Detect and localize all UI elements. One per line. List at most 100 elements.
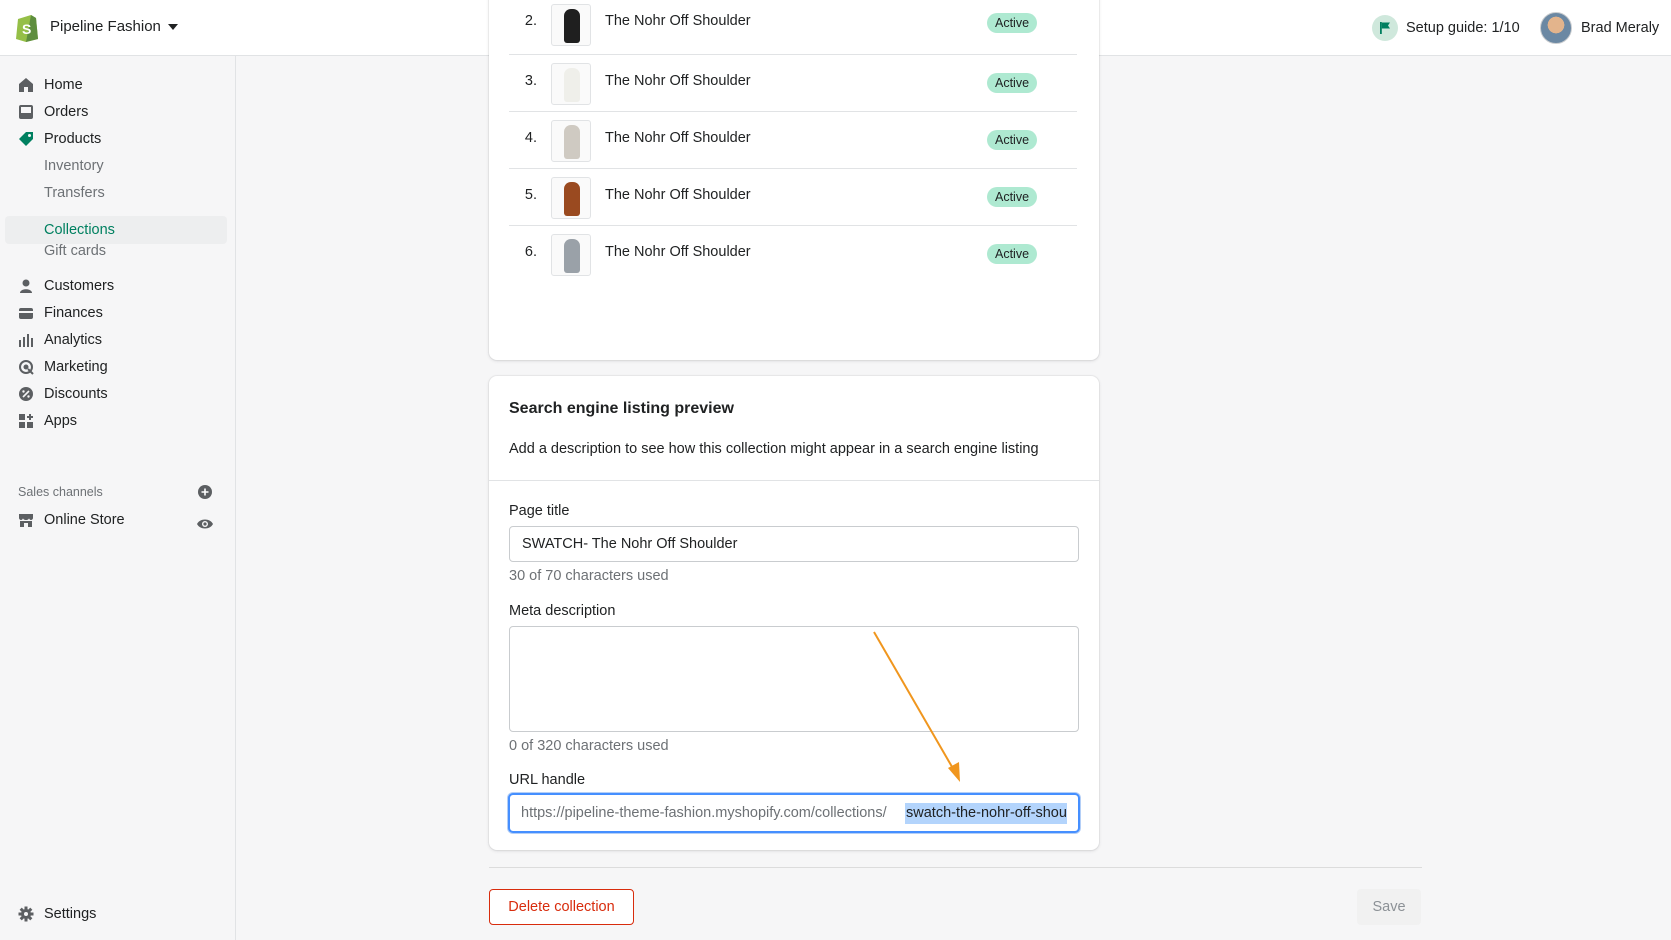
apps-icon	[19, 414, 33, 428]
url-handle-input[interactable]: https://pipeline-theme-fashion.myshopify…	[508, 793, 1080, 833]
sidebar-item-orders[interactable]: Orders	[0, 99, 236, 125]
product-index: 3.	[524, 73, 537, 89]
sidebar-item-gift-cards[interactable]: Gift cards	[0, 238, 236, 264]
sidebar-item-label: Home	[44, 77, 83, 93]
product-title[interactable]: The Nohr Off Shoulder	[605, 73, 751, 89]
product-image	[564, 182, 580, 216]
annotation-arrow-icon	[873, 631, 960, 782]
finances-icon	[19, 308, 33, 319]
seo-preview-card: Search engine listing preview Add a desc…	[489, 376, 1099, 850]
eye-icon[interactable]	[196, 517, 214, 531]
collection-products-card: 2. The Nohr Off Shoulder Active 3. The N…	[489, 0, 1099, 360]
sidebar-item-label: Online Store	[44, 512, 125, 528]
sidebar-item-products[interactable]: Products	[0, 126, 236, 152]
table-row[interactable]: 2. The Nohr Off Shoulder Active	[509, 0, 1077, 55]
status-badge: Active	[987, 73, 1038, 93]
page-title-input[interactable]	[509, 526, 1079, 562]
table-row[interactable]: 3. The Nohr Off Shoulder Active	[509, 55, 1077, 112]
status-badge: Active	[987, 187, 1038, 207]
table-row[interactable]: 6. The Nohr Off Shoulder Active	[509, 226, 1077, 283]
tag-icon	[19, 132, 33, 146]
setup-guide-button[interactable]: Setup guide: 1/10	[1372, 14, 1520, 42]
product-image	[564, 9, 580, 43]
table-row[interactable]: 4. The Nohr Off Shoulder Active	[509, 112, 1077, 169]
url-handle-label: URL handle	[509, 772, 586, 788]
sidebar: Home Orders Products Inventory Transfers…	[0, 56, 236, 940]
product-title[interactable]: The Nohr Off Shoulder	[605, 187, 751, 203]
sidebar-item-label: Products	[44, 131, 102, 147]
page-title-label: Page title	[509, 503, 570, 519]
sidebar-item-label: Marketing	[44, 359, 108, 375]
sidebar-item-settings[interactable]: Settings	[0, 901, 236, 927]
sidebar-item-finances[interactable]: Finances	[0, 300, 236, 326]
meta-description-input[interactable]	[509, 626, 1079, 732]
sidebar-item-label: Collections	[44, 222, 115, 238]
sidebar-item-analytics[interactable]: Analytics	[0, 327, 236, 353]
sales-channels-heading: Sales channels	[18, 485, 103, 499]
sidebar-item-home[interactable]: Home	[0, 72, 236, 98]
seo-card-description: Add a description to see how this collec…	[509, 441, 1039, 457]
product-thumbnail[interactable]	[551, 4, 591, 46]
product-title[interactable]: The Nohr Off Shoulder	[605, 13, 751, 29]
svg-text:S: S	[22, 21, 31, 37]
shopify-logo-icon[interactable]: S	[14, 12, 40, 42]
store-name[interactable]: Pipeline Fashion	[50, 18, 161, 35]
discount-icon	[19, 387, 33, 401]
page-title-char-count: 30 of 70 characters used	[509, 568, 669, 584]
product-title[interactable]: The Nohr Off Shoulder	[605, 244, 751, 260]
status-badge: Active	[987, 13, 1038, 33]
product-title[interactable]: The Nohr Off Shoulder	[605, 130, 751, 146]
meta-description-char-count: 0 of 320 characters used	[509, 738, 669, 754]
sidebar-item-inventory[interactable]: Inventory	[0, 153, 236, 179]
status-badge: Active	[987, 244, 1038, 264]
save-button[interactable]: Save	[1357, 889, 1421, 925]
delete-collection-button[interactable]: Delete collection	[489, 889, 634, 925]
person-icon	[20, 279, 32, 293]
store-icon	[19, 514, 33, 527]
product-index: 5.	[524, 187, 537, 203]
divider	[489, 867, 1422, 868]
seo-card-title: Search engine listing preview	[509, 400, 734, 417]
marketing-icon	[19, 360, 34, 375]
product-thumbnail[interactable]	[551, 63, 591, 105]
sidebar-item-label: Settings	[44, 906, 97, 922]
product-thumbnail[interactable]	[551, 177, 591, 219]
flag-icon	[1372, 15, 1398, 41]
orders-icon	[19, 105, 33, 119]
url-prefix: https://pipeline-theme-fashion.myshopify…	[521, 805, 887, 821]
sidebar-item-marketing[interactable]: Marketing	[0, 354, 236, 380]
sidebar-item-label: Orders	[44, 104, 89, 120]
sidebar-item-label: Apps	[44, 413, 78, 429]
product-thumbnail[interactable]	[551, 120, 591, 162]
user-menu[interactable]: Brad Meraly	[1540, 12, 1659, 44]
avatar	[1540, 12, 1572, 44]
product-index: 6.	[524, 244, 537, 260]
add-circle-icon[interactable]	[198, 485, 212, 499]
product-image	[564, 68, 580, 102]
sidebar-item-label: Finances	[44, 305, 103, 321]
table-row[interactable]: 5. The Nohr Off Shoulder Active	[509, 169, 1077, 226]
sidebar-item-label: Gift cards	[44, 243, 107, 259]
sidebar-item-apps[interactable]: Apps	[0, 408, 236, 434]
status-badge: Active	[987, 130, 1038, 150]
product-image	[564, 239, 580, 273]
setup-guide-label: Setup guide: 1/10	[1406, 20, 1520, 36]
sidebar-item-transfers[interactable]: Transfers	[0, 180, 236, 206]
sidebar-item-label: Customers	[44, 278, 115, 294]
sidebar-item-label: Inventory	[44, 158, 104, 174]
gear-icon	[18, 906, 34, 922]
sidebar-item-label: Discounts	[44, 386, 108, 402]
sidebar-item-label: Analytics	[44, 332, 103, 348]
product-index: 4.	[524, 130, 537, 146]
sidebar-item-customers[interactable]: Customers	[0, 273, 236, 299]
chevron-down-icon[interactable]	[168, 24, 178, 30]
product-index: 2.	[524, 13, 537, 29]
divider	[489, 480, 1099, 481]
product-thumbnail[interactable]	[551, 234, 591, 276]
sidebar-item-discounts[interactable]: Discounts	[0, 381, 236, 407]
home-icon	[19, 78, 33, 92]
product-image	[564, 125, 580, 159]
meta-description-label: Meta description	[509, 603, 616, 619]
sidebar-item-label: Transfers	[44, 185, 105, 201]
url-handle-value[interactable]: swatch-the-nohr-off-shoulder	[905, 803, 1067, 824]
